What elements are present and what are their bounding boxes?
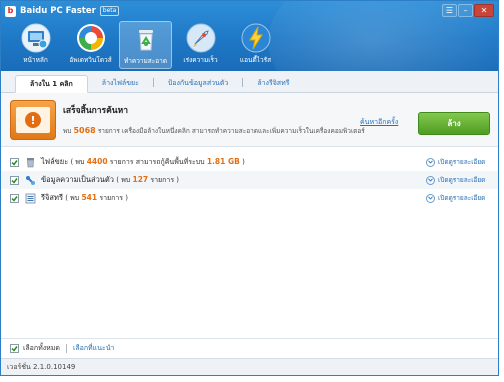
list-item-registry: รีจิสทรี ( พบ 541 รายการ ) เปิดดูรายละเอ… bbox=[1, 189, 498, 207]
tab-privacy[interactable]: ป้องกันข้อมูลส่วนตัว bbox=[154, 74, 242, 92]
selection-bar: เลือกทั้งหมด เลือกที่แนะนำ bbox=[1, 338, 498, 358]
summary-title: เสร็จสิ้นการค้นหา bbox=[63, 106, 128, 116]
app-title: Baidu PC Faster bbox=[20, 6, 96, 16]
tab-strip: ล้างใน 1 คลิก ล้างไฟล์ขยะ ป้องกันข้อมูลส… bbox=[1, 71, 498, 93]
baidu-logo-icon: b bbox=[5, 5, 16, 17]
beta-badge: beta bbox=[99, 6, 120, 16]
list-item-junk: ไฟล์ขยะ ( พบ 4400 รายการ สามารถกู้คืนพื้… bbox=[1, 153, 498, 171]
list-item-privacy: ข้อมูลความเป็นส่วนตัว ( พบ 127 รายการ ) … bbox=[1, 171, 498, 189]
minimize-button[interactable]: – bbox=[458, 4, 473, 17]
tab-junk-files[interactable]: ล้างไฟล์ขยะ bbox=[88, 74, 153, 92]
title-bar: b Baidu PC Faster beta bbox=[5, 4, 120, 18]
chevron-down-icon bbox=[426, 175, 435, 185]
item-text: ข้อมูลความเป็นส่วนตัว ( พบ 127 รายการ ) bbox=[41, 175, 180, 184]
registry-icon bbox=[25, 193, 36, 204]
summary-text: พบ 5068 รายการ เครื่องมือล้างในหนึ่งคลิก… bbox=[63, 126, 365, 135]
nav-antivirus[interactable]: แอนตี้ไวรัส bbox=[229, 21, 282, 69]
nav-windows-update[interactable]: อัพเดทวินโดวส์ bbox=[64, 21, 117, 69]
clean-button[interactable]: ล้าง bbox=[418, 112, 490, 135]
item-text: ไฟล์ขยะ ( พบ 4400 รายการ สามารถกู้คืนพื้… bbox=[41, 157, 245, 166]
header: b Baidu PC Faster beta ☰ – ✕ หน้าหลัก อั… bbox=[1, 1, 498, 121]
rocket-icon bbox=[186, 23, 216, 53]
nav-label: ทำความสะอาด bbox=[123, 57, 168, 65]
update-icon bbox=[76, 23, 106, 53]
item-count: 127 bbox=[132, 175, 149, 184]
nav-label: แอนตี้ไวรัส bbox=[239, 56, 272, 64]
tab-one-click-clean[interactable]: ล้างใน 1 คลิก bbox=[15, 75, 88, 93]
checkbox-junk[interactable] bbox=[10, 157, 19, 167]
tab-registry[interactable]: ล้างรีจิสทรี bbox=[243, 74, 303, 92]
nav-label: อัพเดทวินโดวส์ bbox=[69, 56, 112, 64]
recycle-bin-icon bbox=[131, 24, 161, 54]
details-link-privacy[interactable]: เปิดดูรายละเอียด bbox=[426, 175, 485, 185]
item-count: 541 bbox=[81, 193, 98, 202]
divider bbox=[65, 344, 67, 353]
version-text: เวอร์ชั่น 2.1.0.10149 bbox=[7, 363, 76, 371]
home-monitor-icon bbox=[21, 23, 51, 53]
nav-label: หน้าหลัก bbox=[23, 56, 48, 64]
menu-icon[interactable]: ☰ bbox=[442, 4, 457, 17]
checkbox-registry[interactable] bbox=[10, 193, 19, 203]
details-link-junk[interactable]: เปิดดูรายละเอียด bbox=[426, 157, 485, 167]
select-recommended-link[interactable]: เลือกที่แนะนำ bbox=[73, 343, 115, 354]
scan-summary: ! เสร็จสิ้นการค้นหา พบ 5068 รายการ เครื่… bbox=[1, 93, 498, 147]
item-text: รีจิสทรี ( พบ 541 รายการ ) bbox=[41, 193, 129, 202]
lightning-shield-icon bbox=[241, 23, 271, 53]
item-count: 4400 bbox=[86, 157, 108, 166]
select-all-label[interactable]: เลือกทั้งหมด bbox=[23, 343, 60, 354]
status-bar: เวอร์ชั่น 2.1.0.10149 bbox=[1, 358, 498, 375]
warning-monitor-icon: ! bbox=[10, 100, 56, 140]
close-button[interactable]: ✕ bbox=[474, 4, 494, 17]
trash-icon bbox=[25, 157, 36, 168]
select-all-checkbox[interactable] bbox=[10, 344, 19, 353]
window-controls: ☰ – ✕ bbox=[441, 4, 494, 17]
app-window: b Baidu PC Faster beta ☰ – ✕ หน้าหลัก อั… bbox=[0, 0, 499, 376]
main-nav: หน้าหลัก อัพเดทวินโดวส์ ทำความสะอาด เร่ง… bbox=[9, 21, 284, 69]
privacy-icon bbox=[25, 175, 36, 186]
details-link-registry[interactable]: เปิดดูรายละเอียด bbox=[426, 193, 485, 203]
nav-cleanup[interactable]: ทำความสะอาด bbox=[119, 21, 172, 69]
nav-home[interactable]: หน้าหลัก bbox=[9, 21, 62, 69]
chevron-down-icon bbox=[426, 157, 435, 167]
chevron-down-icon bbox=[426, 193, 435, 203]
nav-label: เร่งความเร็ว bbox=[183, 56, 218, 64]
rescan-link[interactable]: ค้นหาอีกครั้ง bbox=[360, 117, 398, 128]
item-size: 1.81 GB bbox=[206, 157, 240, 166]
checkbox-privacy[interactable] bbox=[10, 175, 19, 185]
found-count: 5068 bbox=[73, 126, 96, 135]
nav-speedup[interactable]: เร่งความเร็ว bbox=[174, 21, 227, 69]
